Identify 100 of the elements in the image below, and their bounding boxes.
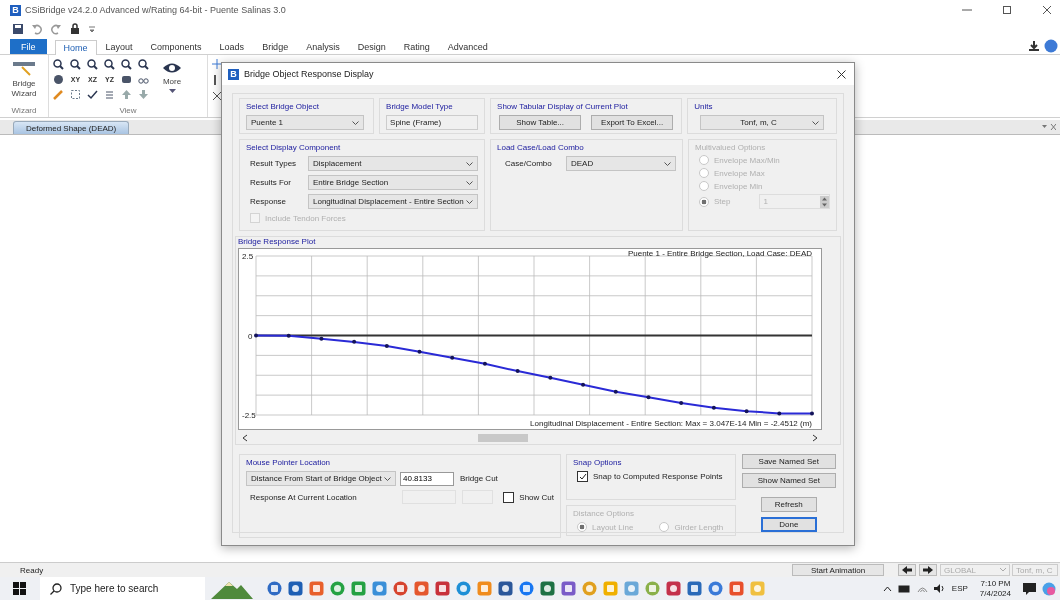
- ribbon-tab[interactable]: File: [10, 39, 47, 54]
- next-button[interactable]: [919, 564, 937, 576]
- maximize-icon[interactable]: [1002, 5, 1012, 15]
- search-box[interactable]: Type here to search: [40, 577, 205, 600]
- app-icon[interactable]: [540, 581, 555, 596]
- distance-input[interactable]: 40.8133: [400, 471, 454, 486]
- previous-button[interactable]: [898, 564, 916, 576]
- dialog-button[interactable]: Export To Excel...: [591, 115, 674, 130]
- app-icon[interactable]: [393, 581, 408, 596]
- field-label: Response At Current Location: [249, 492, 358, 502]
- bridge-object-dropdown[interactable]: Puente 1: [246, 115, 364, 130]
- axis-icon[interactable]: [212, 59, 222, 69]
- copilot-icon[interactable]: [1042, 581, 1056, 596]
- lock-icon[interactable]: [69, 23, 81, 35]
- zoom-icon[interactable]: [70, 59, 81, 70]
- search-field[interactable]: Type here to search: [68, 582, 192, 595]
- app-icon[interactable]: [372, 581, 387, 596]
- caret-icon: [664, 161, 671, 166]
- app-icon[interactable]: [666, 581, 681, 596]
- pencil-icon[interactable]: [53, 89, 64, 100]
- app-icon[interactable]: [498, 581, 513, 596]
- app-icon[interactable]: [687, 581, 702, 596]
- download-icon[interactable]: [1028, 40, 1040, 52]
- speaker-icon[interactable]: [933, 584, 946, 593]
- units-dropdown[interactable]: Tonf, m, C: [700, 115, 825, 130]
- ribbon-tab[interactable]: Analysis: [297, 39, 349, 54]
- scroll-left-icon[interactable]: [242, 434, 248, 442]
- checkbox[interactable]: [577, 471, 588, 482]
- notification-icon[interactable]: [1023, 582, 1036, 595]
- dialog-button[interactable]: Refresh: [760, 497, 817, 512]
- app-icon[interactable]: [456, 581, 471, 596]
- dialog-button[interactable]: Done: [760, 517, 817, 532]
- zoom-icon[interactable]: [87, 59, 98, 70]
- chevron-up-icon[interactable]: [882, 585, 892, 592]
- data-point: [810, 411, 814, 416]
- app-icon[interactable]: [330, 581, 345, 596]
- data-point: [613, 389, 618, 394]
- app-icon[interactable]: [561, 581, 576, 596]
- checkbox-label: Snap to Computed Response Points: [593, 472, 723, 481]
- chart-title: Puente 1 - Entire Bridge Section, Load Case: DEAD: [627, 249, 812, 258]
- zoom-icon[interactable]: [138, 59, 149, 70]
- app-icon[interactable]: [267, 581, 282, 596]
- grid-icon[interactable]: [104, 89, 115, 100]
- dropdown[interactable]: Entire Bridge Section: [308, 175, 478, 190]
- more-button[interactable]: More: [155, 59, 189, 107]
- select-icon[interactable]: [70, 89, 81, 100]
- start-animation-button[interactable]: Start Animation: [792, 564, 884, 576]
- ribbon-tab[interactable]: Bridge: [253, 39, 298, 54]
- data-point: [515, 369, 520, 374]
- save-icon[interactable]: [12, 23, 24, 35]
- group-label: Mouse Pointer Location: [246, 458, 332, 467]
- measure-dropdown[interactable]: Distance From Start of Bridge Object: [246, 471, 396, 486]
- language-indicator[interactable]: ESP: [951, 584, 968, 593]
- bridge-wizard-button[interactable]: Bridge Wizard: [7, 59, 41, 107]
- dialog-button[interactable]: Save Named Set: [741, 454, 836, 469]
- app-icon[interactable]: [414, 581, 429, 596]
- ribbon-tab[interactable]: Layout: [96, 39, 142, 54]
- model-type-field: Spine (Frame): [386, 115, 479, 130]
- down-arrow-icon[interactable]: [138, 89, 149, 100]
- dropdown[interactable]: Longitudinal Displacement - Entire Section: [308, 194, 478, 209]
- ribbon-tab[interactable]: Design: [348, 39, 395, 54]
- windows-start-icon[interactable]: [13, 582, 26, 595]
- zoom-icon[interactable]: [53, 59, 64, 70]
- customize-icon[interactable]: [88, 24, 96, 34]
- close-icon[interactable]: [837, 69, 846, 79]
- app-icon[interactable]: [519, 581, 534, 596]
- group-label: Bridge Model Type: [386, 102, 454, 111]
- ribbon-tab[interactable]: Home: [54, 40, 97, 55]
- close-icon[interactable]: [1042, 5, 1052, 15]
- app-icon[interactable]: [309, 581, 324, 596]
- app-icon[interactable]: [708, 581, 723, 596]
- load-case-dropdown[interactable]: DEAD: [566, 156, 676, 171]
- data-point: [417, 349, 422, 354]
- dialog-button[interactable]: Show Named Set: [741, 473, 836, 488]
- app-icon[interactable]: [729, 581, 744, 596]
- clock-date[interactable]: 7/4/2024: [979, 588, 1011, 599]
- scroll-right-icon[interactable]: [812, 434, 818, 442]
- wifi-icon[interactable]: [916, 584, 928, 593]
- document-tab[interactable]: Deformed Shape (DEAD): [13, 121, 130, 134]
- ribbon-tab[interactable]: Components: [141, 39, 211, 54]
- app-icon[interactable]: [288, 581, 303, 596]
- checkbox[interactable]: [503, 491, 515, 503]
- app-icon[interactable]: [351, 581, 366, 596]
- battery-icon[interactable]: [897, 584, 911, 593]
- zoom-icon[interactable]: [121, 59, 132, 70]
- dropdown[interactable]: Displacement: [308, 156, 478, 171]
- zoom-icon[interactable]: [104, 59, 115, 70]
- dialog-button[interactable]: Show Table...: [499, 115, 582, 130]
- ribbon-tab[interactable]: Advanced: [438, 39, 497, 54]
- ribbon-tab[interactable]: Rating: [394, 39, 439, 54]
- app-icon[interactable]: [435, 581, 450, 596]
- redo-icon[interactable]: [50, 23, 62, 35]
- check-icon[interactable]: [87, 89, 98, 100]
- cross-icon[interactable]: [212, 91, 222, 101]
- ribbon-tab[interactable]: Loads: [210, 39, 254, 54]
- up-arrow-icon[interactable]: [121, 89, 132, 100]
- globe-icon[interactable]: [53, 74, 64, 85]
- caret-icon: [1000, 568, 1006, 572]
- undo-icon[interactable]: [31, 23, 43, 35]
- clock-time[interactable]: 7:10 PM: [980, 578, 1011, 589]
